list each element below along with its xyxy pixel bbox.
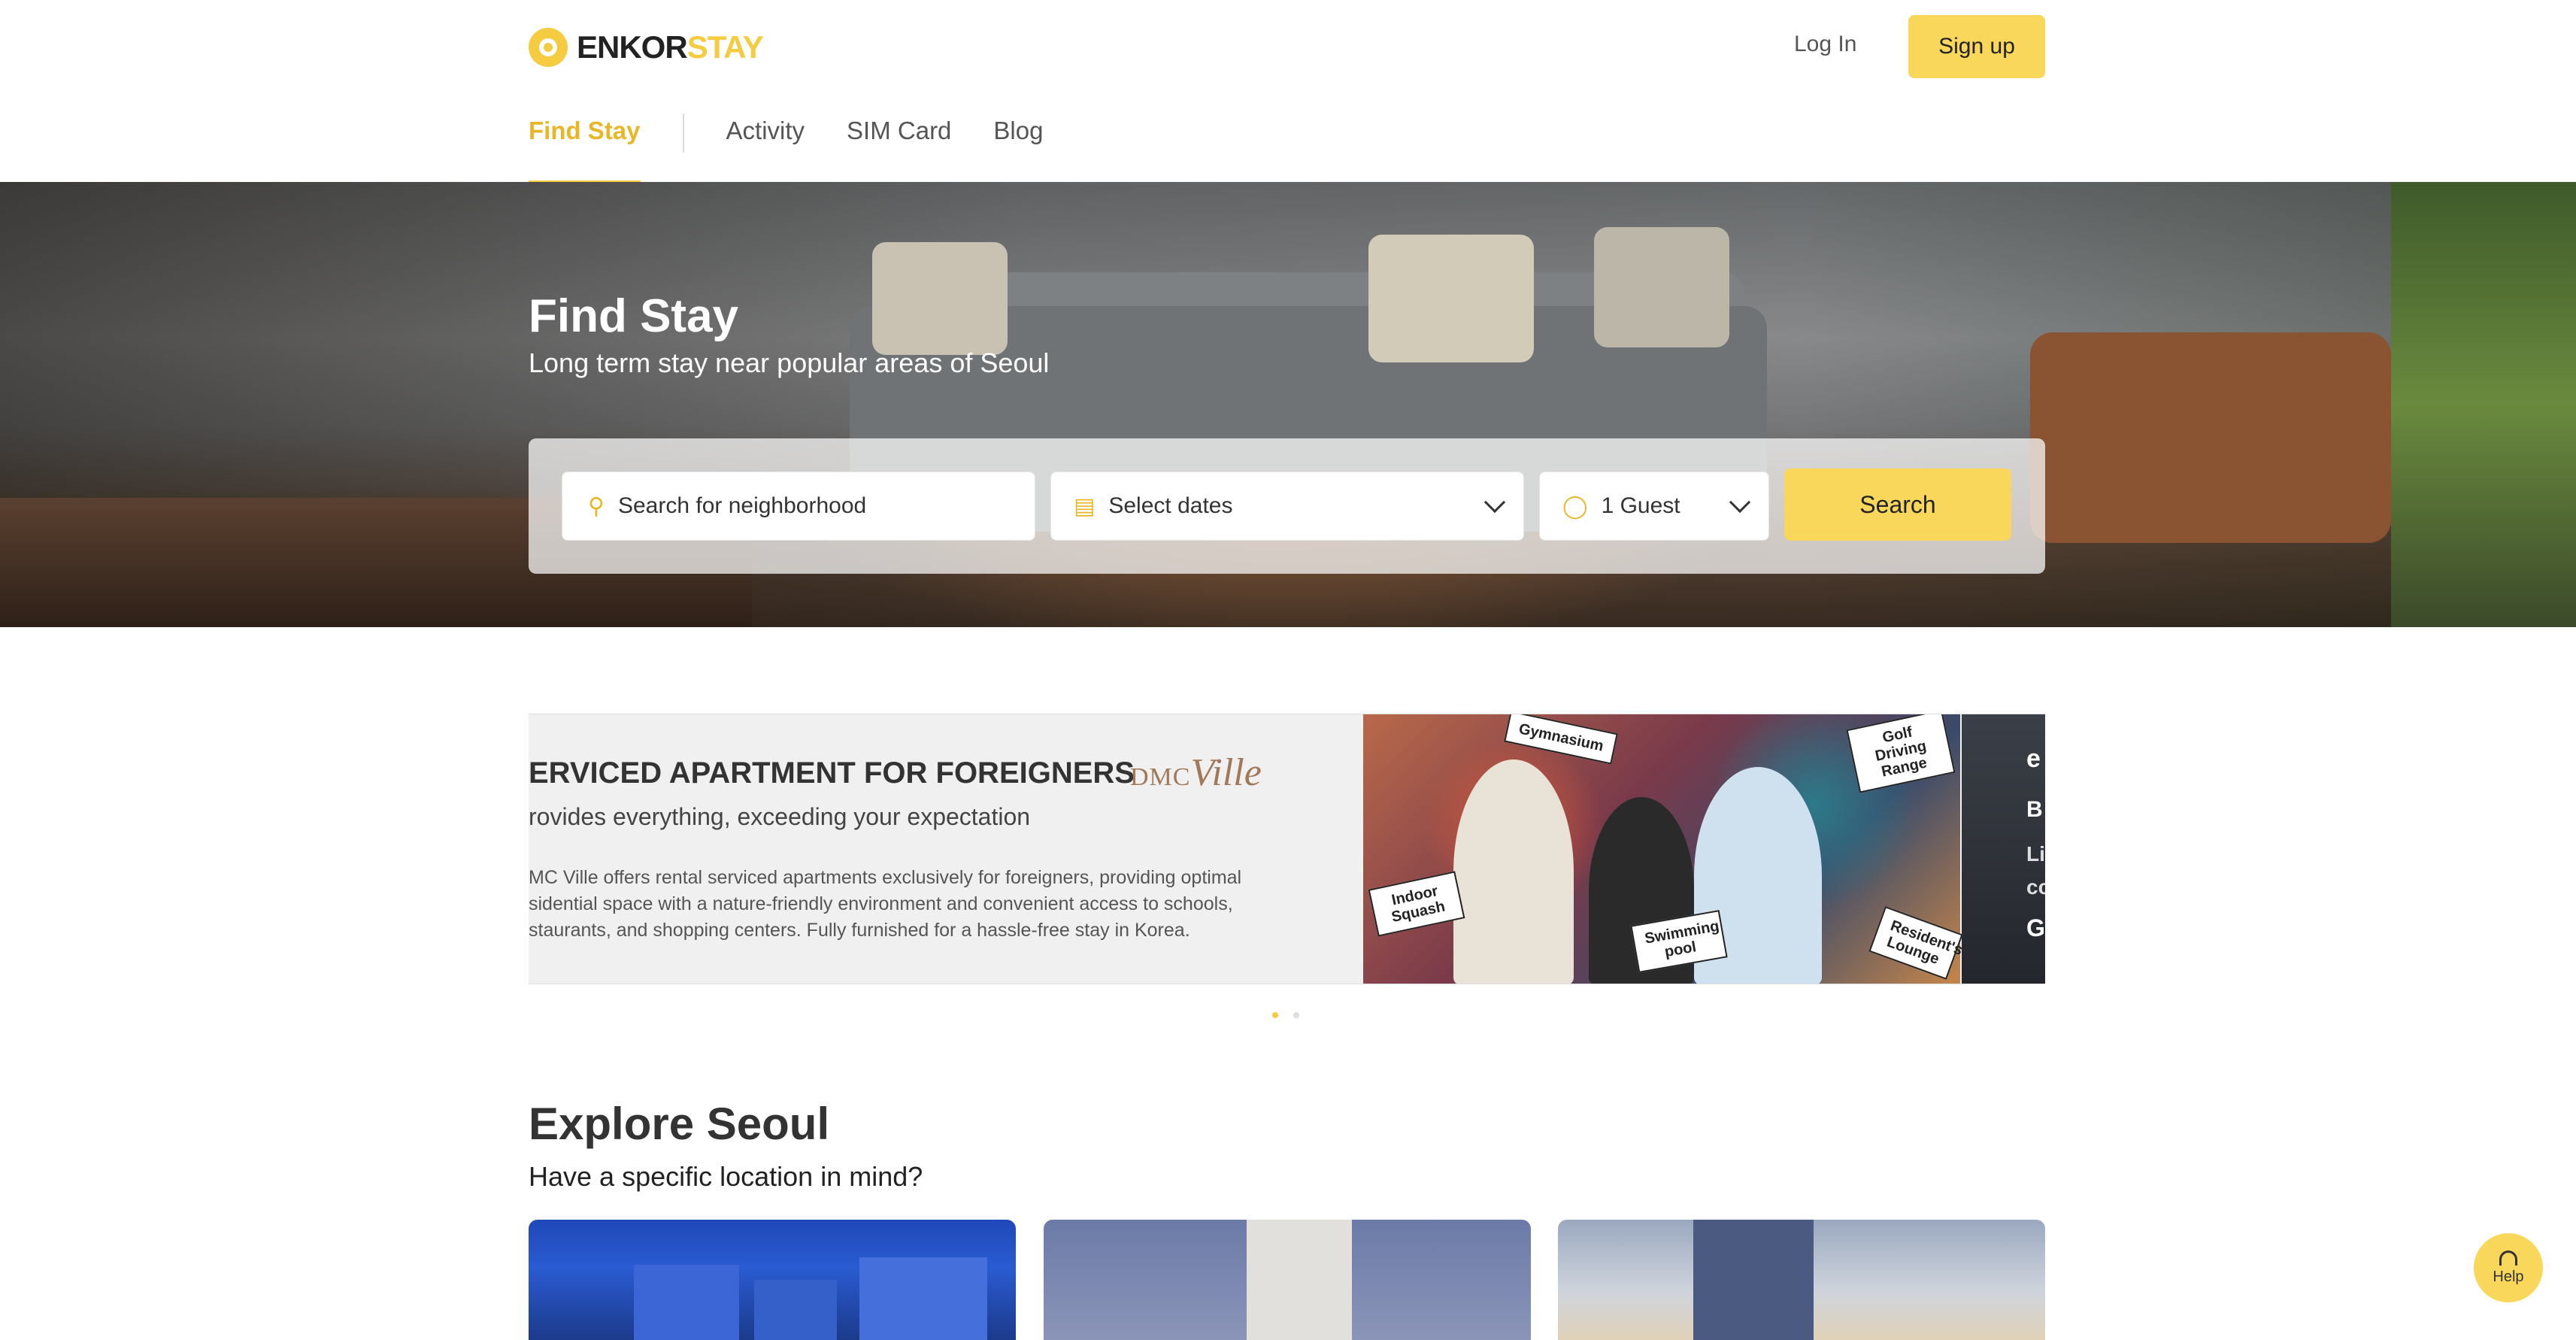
banner-tag: Indoor Squash bbox=[1368, 871, 1465, 937]
banner-description: MC Ville offers rental serviced apartmen… bbox=[529, 867, 1242, 941]
hero-subtitle: Long term stay near popular areas of Seo… bbox=[529, 347, 1050, 378]
help-label: Help bbox=[2493, 1268, 2524, 1285]
nav-item-sim-card[interactable]: SIM Card bbox=[847, 117, 951, 184]
hero-title: Find Stay bbox=[529, 290, 739, 342]
chevron-down-icon bbox=[1483, 491, 1506, 514]
help-button[interactable]: Help bbox=[2474, 1233, 2543, 1302]
banner-subtitle: rovides everything, exceeding your expec… bbox=[529, 803, 1031, 830]
carousel-dots bbox=[1272, 1012, 1299, 1018]
search-icon: ⚲ bbox=[588, 493, 605, 519]
hero-pillow bbox=[1368, 235, 1534, 362]
nav-item-find-stay[interactable]: Find Stay bbox=[529, 117, 641, 184]
carousel-dot-2[interactable] bbox=[1293, 1012, 1299, 1018]
signup-button[interactable]: Sign up bbox=[1908, 15, 2045, 78]
nav-item-activity[interactable]: Activity bbox=[726, 117, 805, 184]
banner-photo: Gymnasium Golf Driving Range Indoor Squa… bbox=[1363, 714, 1965, 984]
location-card[interactable] bbox=[1044, 1220, 1531, 1340]
main-nav: Find Stay Activity SIM Card Blog bbox=[529, 114, 1085, 184]
logo-icon bbox=[529, 28, 568, 67]
login-link[interactable]: Log In bbox=[1794, 32, 1856, 57]
banner-tag: Gymnasium bbox=[1504, 714, 1619, 765]
chevron-down-icon bbox=[1729, 491, 1751, 514]
headset-icon bbox=[2499, 1250, 2517, 1266]
person-icon: ◯ bbox=[1562, 493, 1588, 519]
carousel-dot-1[interactable] bbox=[1272, 1012, 1278, 1018]
card-building bbox=[859, 1257, 987, 1340]
card-building bbox=[754, 1280, 837, 1340]
next-slide-peek: e B Li cc G bbox=[1962, 714, 2045, 984]
hero-armchair bbox=[2030, 332, 2391, 543]
search-button[interactable]: Search bbox=[1784, 468, 2011, 541]
logo[interactable]: ENKORSTAY bbox=[529, 27, 764, 68]
neighborhood-placeholder: Search for neighborhood bbox=[617, 493, 867, 518]
calendar-icon: ▤ bbox=[1074, 493, 1096, 519]
date-picker[interactable]: ▤ Select dates bbox=[1050, 471, 1524, 541]
location-card[interactable] bbox=[529, 1220, 1016, 1340]
banner-tag: Resident's Lounge bbox=[1868, 906, 1965, 980]
hero-pillow bbox=[1594, 227, 1729, 347]
nav-divider bbox=[682, 114, 684, 153]
date-picker-label: Select dates bbox=[1108, 493, 1233, 518]
banner-text-panel: ERVICED APARTMENT FOR FOREIGNERS DMCVill… bbox=[529, 714, 1362, 984]
banner-title: ERVICED APARTMENT FOR FOREIGNERS bbox=[529, 756, 1135, 790]
card-building bbox=[1247, 1220, 1352, 1340]
card-building bbox=[1693, 1220, 1814, 1340]
guest-selector[interactable]: ◯ 1 Guest bbox=[1539, 471, 1769, 541]
promo-banner[interactable]: ERVICED APARTMENT FOR FOREIGNERS DMCVill… bbox=[529, 714, 2045, 984]
card-building bbox=[634, 1265, 739, 1340]
guest-count: 1 Guest bbox=[1601, 493, 1680, 518]
banner-tag: Golf Driving Range bbox=[1846, 714, 1956, 793]
logo-text: ENKORSTAY bbox=[577, 29, 764, 65]
hero-plant bbox=[2391, 182, 2576, 627]
banner-brand: DMCVille bbox=[1130, 751, 1262, 794]
search-bar: ⚲ Search for neighborhood ▤ Select dates… bbox=[529, 438, 2045, 574]
nav-item-blog[interactable]: Blog bbox=[993, 117, 1043, 184]
banner-person bbox=[1453, 759, 1574, 984]
explore-subtitle: Have a specific location in mind? bbox=[529, 1161, 923, 1192]
explore-title: Explore Seoul bbox=[529, 1099, 830, 1149]
location-card[interactable] bbox=[1558, 1220, 2045, 1340]
hero-pillow bbox=[872, 242, 1008, 355]
neighborhood-search-input[interactable]: ⚲ Search for neighborhood bbox=[562, 471, 1035, 541]
